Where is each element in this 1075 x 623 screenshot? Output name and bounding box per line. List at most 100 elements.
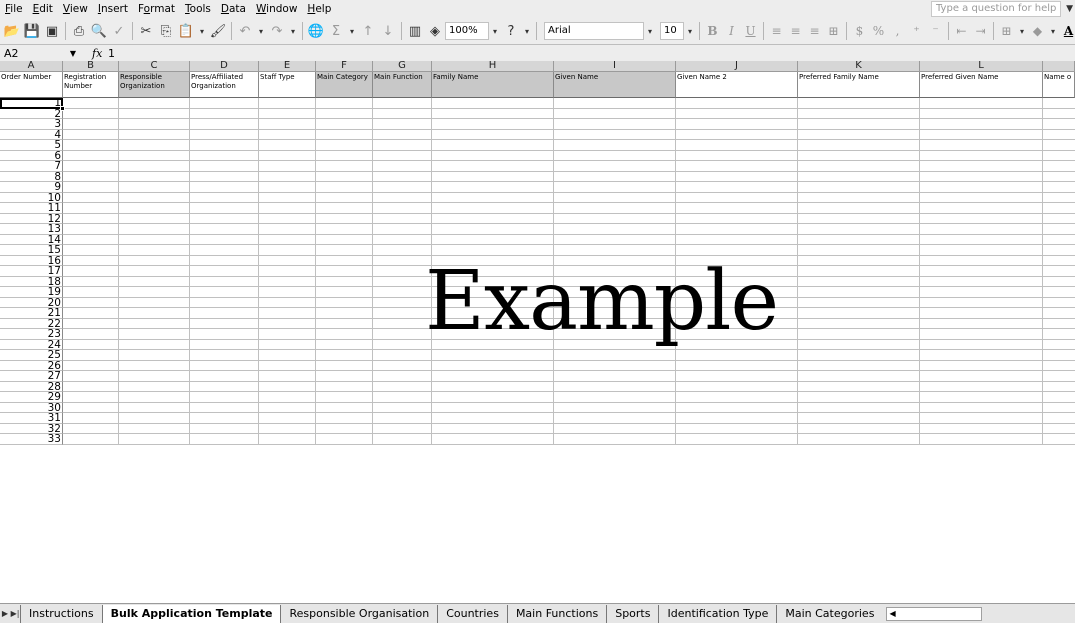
- font-dropdown-icon[interactable]: ▾: [644, 27, 656, 36]
- order-number-cell[interactable]: 5: [0, 140, 63, 151]
- order-number-cell[interactable]: 7: [0, 161, 63, 172]
- increase-decimal-icon[interactable]: ⁺: [907, 21, 926, 41]
- order-number-cell[interactable]: 21: [0, 308, 63, 319]
- fill-color-dropdown-icon[interactable]: ▾: [1047, 27, 1059, 36]
- header-cell[interactable]: Preferred Family Name: [798, 72, 920, 98]
- column-header-f[interactable]: F: [316, 61, 373, 72]
- header-cell[interactable]: Name o: [1043, 72, 1075, 98]
- print-preview-icon[interactable]: 🔍: [89, 21, 109, 41]
- percent-button[interactable]: %: [869, 21, 888, 41]
- sheet-tab-responsible-organisation[interactable]: Responsible Organisation: [280, 604, 437, 623]
- undo-icon[interactable]: ↶: [235, 21, 255, 41]
- header-cell[interactable]: Staff Type: [259, 72, 316, 98]
- header-cell[interactable]: Family Name: [432, 72, 554, 98]
- font-name-box[interactable]: Arial: [544, 22, 644, 40]
- underline-button[interactable]: U: [741, 21, 760, 41]
- header-cell[interactable]: Given Name: [554, 72, 676, 98]
- spelling-icon[interactable]: ✓: [109, 21, 129, 41]
- order-number-cell[interactable]: 11: [0, 203, 63, 214]
- order-number-cell[interactable]: 3: [0, 119, 63, 130]
- sheet-tab-main-categories[interactable]: Main Categories: [776, 604, 882, 623]
- name-box[interactable]: A2 ▼: [0, 46, 88, 61]
- column-header-k[interactable]: K: [798, 61, 920, 72]
- menu-insert[interactable]: Insert: [93, 0, 133, 18]
- scroll-left-icon[interactable]: ◀: [889, 609, 895, 618]
- borders-icon[interactable]: ⊞: [997, 21, 1016, 41]
- column-header-i[interactable]: I: [554, 61, 676, 72]
- header-cell[interactable]: Order Number: [0, 72, 63, 98]
- sheet-tab-bulk-application-template[interactable]: Bulk Application Template: [101, 604, 281, 623]
- order-number-cell[interactable]: 31: [0, 413, 63, 424]
- paste-dropdown-icon[interactable]: ▾: [196, 27, 208, 36]
- header-cell[interactable]: Main Function: [373, 72, 432, 98]
- header-cell[interactable]: Main Category: [316, 72, 373, 98]
- autosum-dropdown-icon[interactable]: ▾: [346, 27, 358, 36]
- formula-input[interactable]: 1: [106, 47, 115, 60]
- column-header-h[interactable]: H: [432, 61, 554, 72]
- autosum-icon[interactable]: Σ: [326, 21, 346, 41]
- sheet-tab-sports[interactable]: Sports: [606, 604, 658, 623]
- column-header-a[interactable]: A: [0, 61, 63, 72]
- order-number-cell[interactable]: 13: [0, 224, 63, 235]
- fill-handle[interactable]: [60, 106, 65, 111]
- zoom-box[interactable]: 100%: [445, 22, 489, 40]
- decrease-indent-icon[interactable]: ⇤: [952, 21, 971, 41]
- header-cell[interactable]: Preferred Given Name: [920, 72, 1043, 98]
- name-box-dropdown-icon[interactable]: ▼: [70, 46, 76, 61]
- drawing-icon[interactable]: ◈: [425, 21, 445, 41]
- column-header-l[interactable]: L: [920, 61, 1043, 72]
- menu-tools[interactable]: Tools: [180, 0, 216, 18]
- menu-file[interactable]: File: [0, 0, 28, 18]
- sort-descending-icon[interactable]: ↓: [378, 21, 398, 41]
- first-sheet-icon[interactable]: ▶: [0, 609, 10, 618]
- toolbar-options-icon[interactable]: ▾: [521, 27, 533, 36]
- order-number-cell[interactable]: 9: [0, 182, 63, 193]
- print-icon[interactable]: ⎙: [69, 21, 89, 41]
- help-icon[interactable]: ?: [501, 21, 521, 41]
- italic-button[interactable]: I: [722, 21, 741, 41]
- sheet-tab-countries[interactable]: Countries: [437, 604, 507, 623]
- header-cell[interactable]: Given Name 2: [676, 72, 798, 98]
- sheet-tab-identification-type[interactable]: Identification Type: [658, 604, 776, 623]
- redo-dropdown-icon[interactable]: ▾: [287, 27, 299, 36]
- column-header-b[interactable]: B: [63, 61, 119, 72]
- order-number-cell[interactable]: 15: [0, 245, 63, 256]
- open-icon[interactable]: 📂: [2, 21, 22, 41]
- align-right-icon[interactable]: ≡: [805, 21, 824, 41]
- menu-view[interactable]: View: [58, 0, 93, 18]
- font-size-dropdown-icon[interactable]: ▾: [684, 27, 696, 36]
- order-number-cell[interactable]: 29: [0, 392, 63, 403]
- comma-button[interactable]: ,: [888, 21, 907, 41]
- undo-dropdown-icon[interactable]: ▾: [255, 27, 267, 36]
- sort-ascending-icon[interactable]: ↑: [358, 21, 378, 41]
- format-painter-icon[interactable]: 🖌: [208, 21, 228, 41]
- align-left-icon[interactable]: ≡: [767, 21, 786, 41]
- column-header-e[interactable]: E: [259, 61, 316, 72]
- column-header-partial[interactable]: [1043, 61, 1075, 72]
- menu-format[interactable]: Format: [133, 0, 180, 18]
- currency-icon[interactable]: $: [850, 21, 869, 41]
- borders-dropdown-icon[interactable]: ▾: [1016, 27, 1028, 36]
- permission-icon[interactable]: ▣: [42, 21, 62, 41]
- chart-wizard-icon[interactable]: ▥: [405, 21, 425, 41]
- menu-data[interactable]: Data: [216, 0, 251, 18]
- menu-help[interactable]: Help: [302, 0, 336, 18]
- order-number-cell[interactable]: 33: [0, 434, 63, 445]
- bold-button[interactable]: B: [703, 21, 722, 41]
- merge-center-icon[interactable]: ⊞: [824, 21, 843, 41]
- hyperlink-icon[interactable]: 🌐: [306, 21, 326, 41]
- header-cell[interactable]: Registration Number: [63, 72, 119, 98]
- font-size-box[interactable]: 10: [660, 22, 684, 40]
- order-number-cell[interactable]: 27: [0, 371, 63, 382]
- column-header-j[interactable]: J: [676, 61, 798, 72]
- order-number-cell[interactable]: 25: [0, 350, 63, 361]
- redo-icon[interactable]: ↷: [267, 21, 287, 41]
- paste-icon[interactable]: 📋: [176, 21, 196, 41]
- menu-window[interactable]: Window: [251, 0, 302, 18]
- last-sheet-icon[interactable]: ▶|: [10, 609, 20, 618]
- decrease-decimal-icon[interactable]: ⁻: [926, 21, 945, 41]
- menu-edit[interactable]: Edit: [28, 0, 58, 18]
- zoom-dropdown-icon[interactable]: ▾: [489, 27, 501, 36]
- fill-color-icon[interactable]: ◆: [1028, 21, 1047, 41]
- column-header-g[interactable]: G: [373, 61, 432, 72]
